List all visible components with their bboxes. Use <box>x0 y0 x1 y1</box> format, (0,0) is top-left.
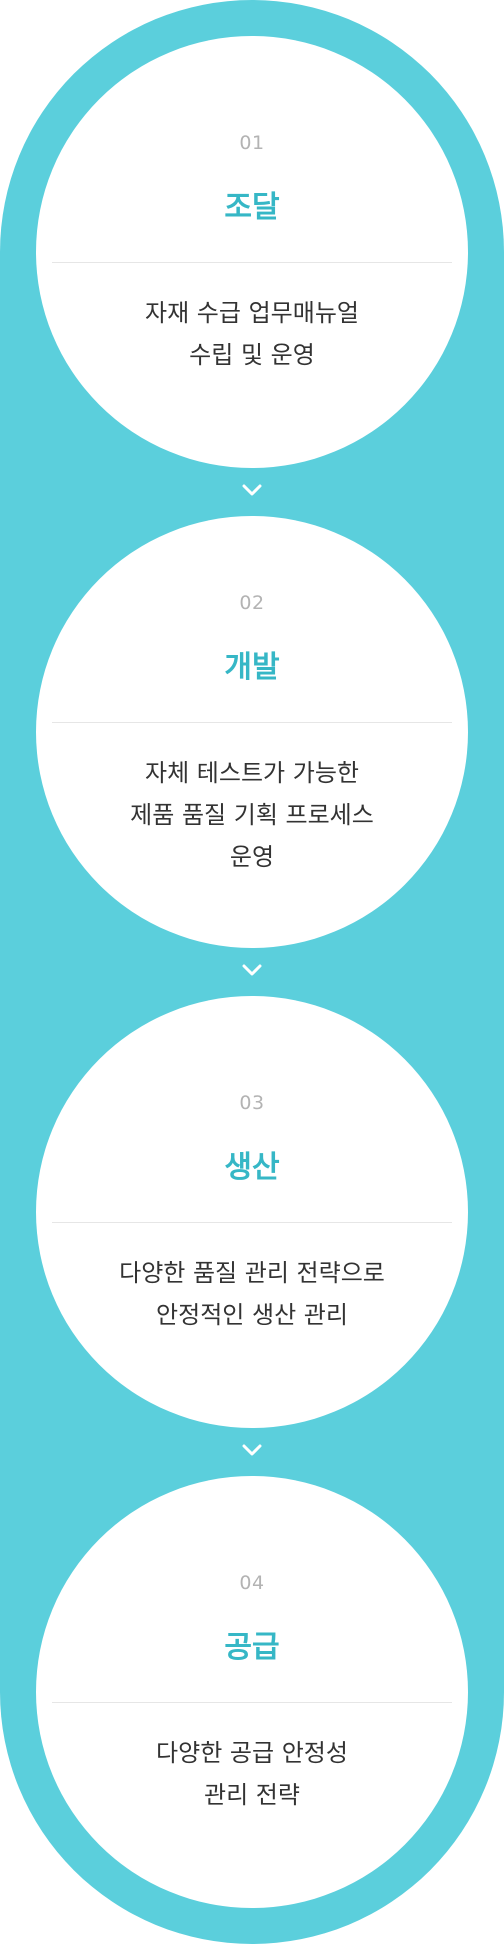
description-line: 다양한 공급 안정성 <box>156 1739 348 1767</box>
step-title: 조달 <box>224 190 280 225</box>
step-divider <box>52 722 452 723</box>
step-divider <box>52 1702 452 1703</box>
step-circle-1: 01 조달 자재 수급 업무매뉴얼 수립 및 운영 <box>36 36 468 468</box>
step-circle-4: 04 공급 다양한 공급 안정성 관리 전략 <box>36 1476 468 1908</box>
step-title: 생산 <box>224 1150 280 1185</box>
description-line: 자체 테스트가 가능한 <box>145 759 359 787</box>
description-line: 제품 품질 기획 프로세스 <box>130 801 374 829</box>
step-description: 자체 테스트가 가능한 제품 품질 기획 프로세스 운영 <box>76 752 428 878</box>
description-line: 수립 및 운영 <box>189 341 315 369</box>
step-circle-2: 02 개발 자체 테스트가 가능한 제품 품질 기획 프로세스 운영 <box>36 516 468 948</box>
step-description: 다양한 품질 관리 전략으로 안정적인 생산 관리 <box>76 1252 428 1336</box>
step-number: 02 <box>239 592 265 614</box>
step-number: 04 <box>239 1572 265 1594</box>
step-number: 03 <box>239 1092 265 1114</box>
step-number: 01 <box>239 132 265 154</box>
step-title: 개발 <box>224 650 280 685</box>
description-line: 관리 전략 <box>204 1781 300 1809</box>
step-circle-3: 03 생산 다양한 품질 관리 전략으로 안정적인 생산 관리 <box>36 996 468 1428</box>
step-divider <box>52 262 452 263</box>
description-line: 운영 <box>229 843 275 871</box>
step-description: 자재 수급 업무매뉴얼 수립 및 운영 <box>76 292 428 376</box>
step-divider <box>52 1222 452 1223</box>
chevron-down-icon <box>242 964 262 976</box>
process-track: 01 조달 자재 수급 업무매뉴얼 수립 및 운영 02 개발 자체 테스트가 … <box>0 0 504 1944</box>
step-title: 공급 <box>224 1630 280 1665</box>
step-description: 다양한 공급 안정성 관리 전략 <box>76 1732 428 1816</box>
description-line: 안정적인 생산 관리 <box>156 1301 348 1329</box>
chevron-down-icon <box>242 1444 262 1456</box>
chevron-down-icon <box>242 484 262 496</box>
description-line: 자재 수급 업무매뉴얼 <box>145 299 359 327</box>
description-line: 다양한 품질 관리 전략으로 <box>119 1259 385 1287</box>
